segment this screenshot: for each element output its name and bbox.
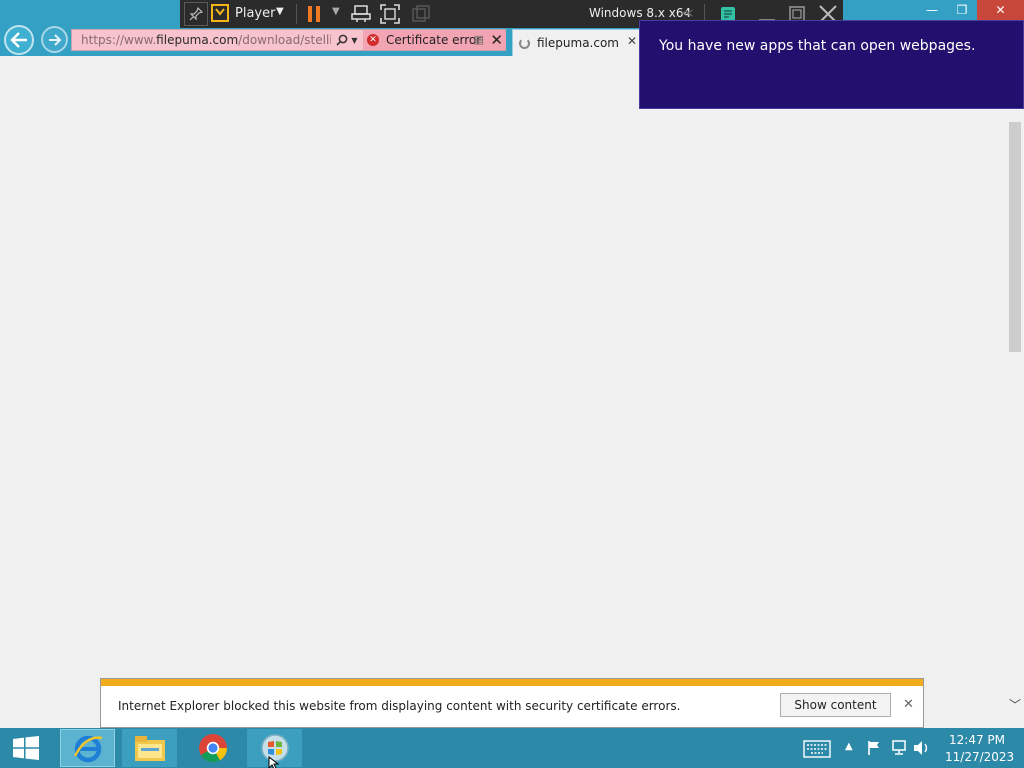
- fullscreen-icon[interactable]: [380, 4, 400, 24]
- toolbar-divider: [296, 4, 297, 24]
- back-button[interactable]: [4, 25, 34, 55]
- chevron-down-icon[interactable]: ▼: [276, 6, 284, 17]
- chrome-icon: [198, 734, 227, 763]
- stop-icon[interactable]: ✕: [490, 30, 503, 50]
- action-center-flag-icon[interactable]: [866, 740, 882, 756]
- loading-spinner-icon: [519, 37, 530, 49]
- mouse-cursor-icon: [268, 756, 280, 768]
- vmware-logo-icon: [211, 4, 229, 22]
- chevron-down-icon[interactable]: ﹀: [1009, 696, 1021, 713]
- address-url-field[interactable]: https://www.filepuma.com/download/stelli: [72, 30, 331, 50]
- file-explorer-icon: [134, 736, 165, 761]
- toast-message: You have new apps that can open webpages…: [659, 38, 976, 54]
- address-url-text: https://www.filepuma.com/download/stelli: [81, 33, 331, 47]
- forward-arrow-icon: [48, 33, 61, 46]
- pin-toolbar-button[interactable]: [184, 2, 208, 26]
- clock-time[interactable]: 12:47 PM: [949, 733, 1005, 747]
- address-search-dropdown[interactable]: ▼: [331, 30, 363, 50]
- compatibility-view-icon[interactable]: ▤: [474, 33, 484, 46]
- start-button[interactable]: [12, 736, 40, 760]
- vertical-scrollbar[interactable]: ﹀: [1006, 56, 1024, 728]
- network-icon[interactable]: [891, 740, 907, 756]
- search-icon: [336, 34, 348, 46]
- taskbar-internet-explorer[interactable]: [60, 729, 115, 767]
- player-menu[interactable]: Player: [235, 6, 275, 21]
- show-content-button[interactable]: Show content: [780, 693, 891, 717]
- pin-icon: [189, 7, 203, 21]
- forward-button[interactable]: [41, 26, 68, 53]
- notification-message: Internet Explorer blocked this website f…: [118, 699, 681, 713]
- close-window-button[interactable]: ✕: [977, 0, 1024, 20]
- clock-date[interactable]: 11/27/2023: [945, 750, 1014, 764]
- chevron-down-icon[interactable]: ▼: [332, 6, 340, 17]
- touch-keyboard-icon[interactable]: [803, 740, 831, 758]
- pause-icon[interactable]: [307, 5, 321, 23]
- taskbar-file-explorer[interactable]: [122, 729, 177, 767]
- send-ctrl-alt-del-icon[interactable]: [351, 5, 371, 23]
- close-tab-icon[interactable]: ✕: [627, 34, 637, 48]
- scrollbar-thumb[interactable]: [1009, 122, 1021, 352]
- warning-stripe: [101, 679, 923, 686]
- chevron-down-icon: ▼: [351, 35, 358, 45]
- webpage-content: [0, 56, 1006, 678]
- internet-explorer-icon: [73, 735, 102, 763]
- error-icon: ✕: [367, 34, 379, 46]
- minimize-window-button[interactable]: —: [917, 0, 947, 20]
- window-controls: — ❐ ✕: [917, 0, 1024, 20]
- rewind-icon: ≪: [681, 6, 694, 20]
- unity-mode-icon[interactable]: [412, 5, 430, 23]
- show-hidden-icons-icon[interactable]: ▲: [845, 741, 853, 752]
- certificate-error-indicator[interactable]: ✕ Certificate error ▤ ✕: [363, 30, 506, 50]
- notification-bar: Internet Explorer blocked this website f…: [100, 678, 924, 728]
- address-bar[interactable]: https://www.filepuma.com/download/stelli…: [71, 29, 506, 51]
- taskbar-chrome[interactable]: [185, 729, 240, 767]
- back-arrow-icon: [10, 32, 27, 48]
- new-apps-toast[interactable]: You have new apps that can open webpages…: [639, 20, 1024, 109]
- tab-filepuma[interactable]: filepuma.com ✕: [512, 29, 642, 56]
- vm-title: Windows 8.x x64: [589, 6, 692, 20]
- volume-icon[interactable]: [913, 740, 930, 756]
- tab-title: filepuma.com: [537, 36, 619, 50]
- close-icon[interactable]: ✕: [903, 697, 914, 712]
- certificate-error-label: Certificate error: [386, 33, 482, 47]
- restore-window-button[interactable]: ❐: [947, 0, 977, 20]
